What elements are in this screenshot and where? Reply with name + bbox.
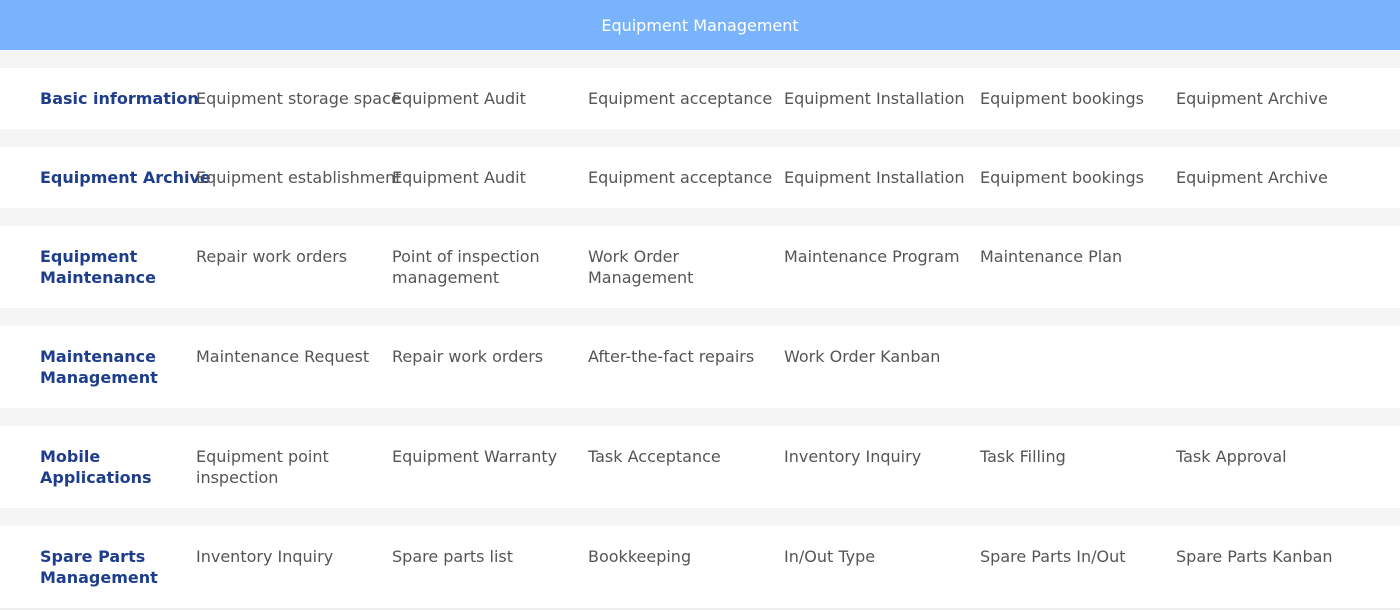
section-title: Mobile Applications	[40, 447, 152, 487]
section-mobile-applications: Mobile Applications Equipment point insp…	[0, 426, 1400, 508]
section-title: Basic information	[40, 89, 199, 108]
menu-item[interactable]: Task Filling	[980, 446, 1170, 467]
menu-item[interactable]: Work Order Management	[588, 246, 708, 288]
menu-item[interactable]: Inventory Inquiry	[196, 546, 386, 567]
section-basic-information: Basic information Equipment storage spac…	[0, 68, 1400, 129]
menu-item[interactable]: Equipment Warranty	[392, 446, 582, 467]
section-title: Maintenance Management	[40, 347, 158, 387]
menu-item[interactable]: Equipment bookings	[980, 167, 1170, 188]
section-equipment-archive: Equipment Archive Equipment establishmen…	[0, 147, 1400, 208]
menu-item[interactable]: Maintenance Program	[784, 246, 974, 267]
section-spare-parts-management: Spare Parts Management Inventory Inquiry…	[0, 526, 1400, 608]
menu-item[interactable]: Repair work orders	[196, 246, 386, 267]
menu-item[interactable]: Bookkeeping	[588, 546, 778, 567]
menu-item[interactable]: Equipment point inspection	[196, 446, 346, 488]
menu-item[interactable]: Spare parts list	[392, 546, 582, 567]
section-title: Equipment Maintenance	[40, 247, 157, 287]
menu-item[interactable]: Inventory Inquiry	[784, 446, 974, 467]
menu-item[interactable]: Work Order Kanban	[784, 346, 974, 367]
menu-item[interactable]: Equipment Installation	[784, 88, 974, 109]
section-maintenance-management: Maintenance Management Maintenance Reque…	[0, 326, 1400, 408]
menu-item[interactable]: After-the-fact repairs	[588, 346, 778, 367]
menu-item[interactable]: Equipment storage space	[196, 88, 401, 109]
menu-item[interactable]: Task Acceptance	[588, 446, 778, 467]
menu-item[interactable]: Maintenance Request	[196, 346, 386, 367]
section-title: Equipment Archive	[40, 168, 211, 187]
section-equipment-maintenance: Equipment Maintenance Repair work orders…	[0, 226, 1400, 308]
menu-item[interactable]: Equipment bookings	[980, 88, 1170, 109]
menu-item[interactable]: Maintenance Plan	[980, 246, 1170, 267]
menu-item[interactable]: Equipment establishment	[196, 167, 402, 188]
menu-item[interactable]: Equipment Archive	[1176, 167, 1366, 188]
page-header: Equipment Management	[0, 0, 1400, 50]
menu-item[interactable]: In/Out Type	[784, 546, 974, 567]
page-title: Equipment Management	[601, 15, 799, 35]
section-title: Spare Parts Management	[40, 547, 158, 587]
menu-item[interactable]: Task Approval	[1176, 446, 1366, 467]
menu-item[interactable]: Repair work orders	[392, 346, 582, 367]
menu-item[interactable]: Point of inspection management	[392, 246, 562, 288]
menu-item[interactable]: Equipment Archive	[1176, 88, 1366, 109]
menu-item[interactable]: Spare Parts Kanban	[1176, 546, 1366, 567]
menu-item[interactable]: Equipment acceptance	[588, 88, 778, 109]
menu-item[interactable]: Equipment Installation	[784, 167, 974, 188]
menu-item[interactable]: Equipment Audit	[392, 167, 582, 188]
menu-item[interactable]: Equipment Audit	[392, 88, 582, 109]
menu-item[interactable]: Equipment acceptance	[588, 167, 778, 188]
menu-item[interactable]: Spare Parts In/Out	[980, 546, 1170, 567]
